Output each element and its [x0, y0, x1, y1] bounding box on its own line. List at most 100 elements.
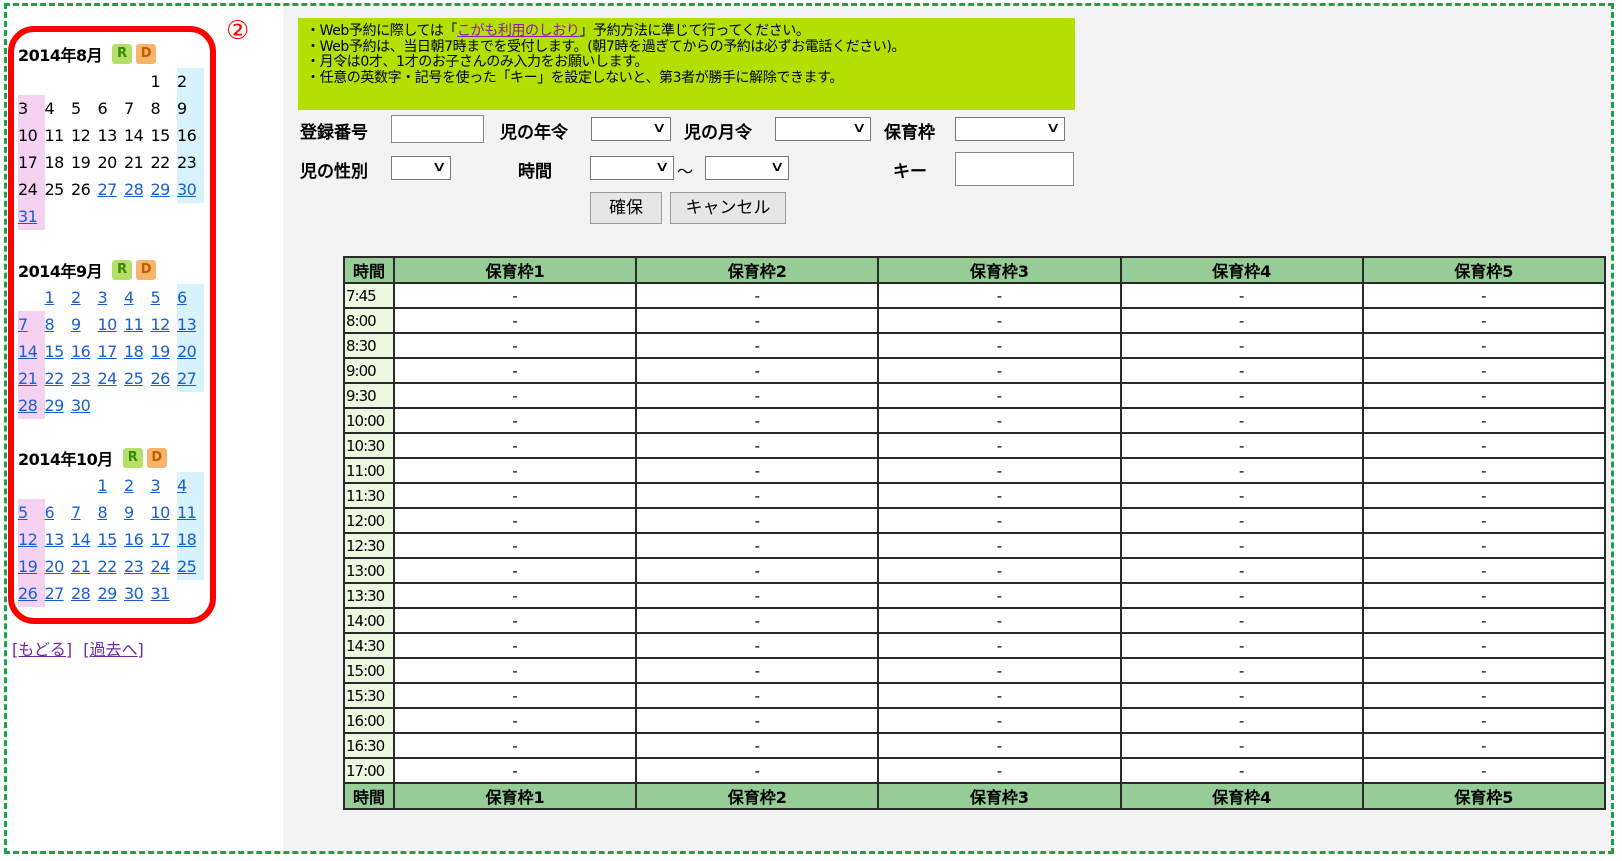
calendar-day[interactable]: 21	[18, 365, 45, 392]
calendar-day[interactable]: 14	[71, 526, 98, 553]
r-badge[interactable]: R	[112, 260, 133, 280]
confirm-button[interactable]: 確保	[590, 192, 662, 224]
calendar-day[interactable]: 27	[177, 365, 204, 392]
calendar-day[interactable]: 10	[151, 499, 178, 526]
calendar-day[interactable]: 23	[124, 553, 151, 580]
calendar-day[interactable]: 23	[71, 365, 98, 392]
table-row: 15:30- - - - -	[343, 682, 1607, 709]
calendar-day[interactable]: 4	[124, 284, 151, 311]
calendar-day[interactable]: 22	[45, 365, 72, 392]
calendar-day[interactable]: 29	[98, 580, 125, 607]
calendar-day[interactable]: 6	[45, 499, 72, 526]
calendar-day[interactable]: 17	[98, 338, 125, 365]
calendar-day[interactable]: 4	[177, 472, 204, 499]
calendar-day[interactable]: 19	[18, 553, 45, 580]
time-from-select[interactable]: ∨	[590, 156, 674, 180]
d-badge[interactable]: D	[136, 44, 157, 64]
calendar-day[interactable]: 6	[177, 284, 204, 311]
past-link[interactable]: [過去へ]	[83, 640, 144, 659]
calendar-day[interactable]: 3	[98, 284, 125, 311]
cancel-button[interactable]: キャンセル	[670, 192, 786, 224]
table-row: 10:00- - - - -	[343, 407, 1607, 434]
calendar-day[interactable]: 16	[124, 526, 151, 553]
calendar-day[interactable]: 24	[98, 365, 125, 392]
calendar-day[interactable]: 28	[18, 392, 45, 419]
calendar-day[interactable]: 27	[45, 580, 72, 607]
calendar-day[interactable]: 30	[124, 580, 151, 607]
calendar-day[interactable]: 9	[71, 311, 98, 338]
calendar-day: 8	[150, 99, 161, 118]
calendar-day[interactable]: 1	[45, 284, 72, 311]
calendar-day[interactable]: 11	[177, 499, 204, 526]
calendar-day[interactable]: 17	[151, 526, 178, 553]
calendar-day: 20	[97, 153, 118, 172]
calendar-day[interactable]: 30	[177, 176, 204, 203]
calendar-day[interactable]: 29	[45, 392, 72, 419]
r-badge[interactable]: R	[122, 448, 143, 468]
reg-no-input[interactable]	[391, 115, 484, 143]
month-select[interactable]: ∨	[775, 117, 871, 141]
calendar-day[interactable]: 7	[18, 311, 45, 338]
slot-cell: -	[635, 657, 880, 684]
calendar-day[interactable]: 9	[124, 499, 151, 526]
calendar-day[interactable]: 15	[98, 526, 125, 553]
chevron-down-icon: ∨	[431, 159, 447, 175]
calendar-day[interactable]: 2	[71, 284, 98, 311]
calendar-day[interactable]: 13	[45, 526, 72, 553]
calendar-day[interactable]: 20	[45, 553, 72, 580]
calendar-day[interactable]: 16	[71, 338, 98, 365]
r-badge[interactable]: R	[112, 44, 133, 64]
calendar-day[interactable]: 29	[151, 176, 178, 203]
d-badge[interactable]: D	[136, 260, 157, 280]
calendar-day[interactable]: 26	[151, 365, 178, 392]
calendar-day[interactable]: 5	[18, 499, 45, 526]
slot-cell: -	[635, 557, 880, 584]
calendar-day[interactable]: 31	[151, 580, 178, 607]
calendar-day[interactable]: 8	[98, 499, 125, 526]
slot-cell: -	[392, 732, 638, 759]
back-link[interactable]: [もどる]	[12, 640, 72, 659]
calendar-day[interactable]: 28	[71, 580, 98, 607]
calendar-september: 2014年9月 R D 1 2 3 4 5 6 7 8 9 10 11 12 13 14 15 16 17 18 1…	[18, 256, 204, 419]
calendar-day[interactable]: 8	[45, 311, 72, 338]
calendar-day[interactable]: 24	[151, 553, 178, 580]
calendar-day[interactable]: 7	[71, 499, 98, 526]
d-badge[interactable]: D	[146, 448, 167, 468]
calendar-day[interactable]: 31	[18, 203, 45, 230]
slot-select[interactable]: ∨	[955, 117, 1065, 141]
slot-header: 保育枠1	[392, 256, 638, 284]
slot-cell: -	[635, 607, 880, 634]
notice-text: ・Web予約に際しては「	[306, 23, 458, 39]
calendar-day[interactable]: 25	[124, 365, 151, 392]
calendar-day[interactable]: 27	[98, 176, 125, 203]
calendar-day[interactable]: 28	[124, 176, 151, 203]
time-to-select[interactable]: ∨	[705, 156, 789, 180]
calendar-day[interactable]: 11	[124, 311, 151, 338]
calendar-day[interactable]: 15	[45, 338, 72, 365]
gender-select[interactable]: ∨	[391, 156, 451, 180]
calendar-day[interactable]: 3	[151, 472, 178, 499]
calendar-day[interactable]: 21	[71, 553, 98, 580]
calendar-day[interactable]: 20	[177, 338, 204, 365]
calendar-day[interactable]: 14	[18, 338, 45, 365]
calendar-day[interactable]: 22	[98, 553, 125, 580]
calendar-day[interactable]: 18	[124, 338, 151, 365]
calendar-day[interactable]: 13	[177, 311, 204, 338]
calendar-day[interactable]: 19	[151, 338, 178, 365]
calendar-day[interactable]: 25	[177, 553, 204, 580]
age-select[interactable]: ∨	[591, 117, 671, 141]
calendar-empty-cell	[71, 68, 98, 95]
calendar-day[interactable]: 10	[98, 311, 125, 338]
calendar-day[interactable]: 1	[98, 472, 125, 499]
calendar-day[interactable]: 12	[18, 526, 45, 553]
slot-cell: -	[392, 757, 638, 784]
calendar-day[interactable]: 2	[124, 472, 151, 499]
calendar-day[interactable]: 26	[18, 580, 45, 607]
calendar-day[interactable]: 30	[71, 392, 98, 419]
key-input[interactable]	[955, 152, 1074, 186]
calendar-day[interactable]: 18	[177, 526, 204, 553]
calendar-day[interactable]: 5	[151, 284, 178, 311]
calendar-day[interactable]: 12	[151, 311, 178, 338]
notice-line: ・月令は0才、1才のお子さんのみ入力をお願いします。	[306, 54, 649, 70]
guide-link[interactable]: こがも利用のしおり	[457, 23, 580, 39]
